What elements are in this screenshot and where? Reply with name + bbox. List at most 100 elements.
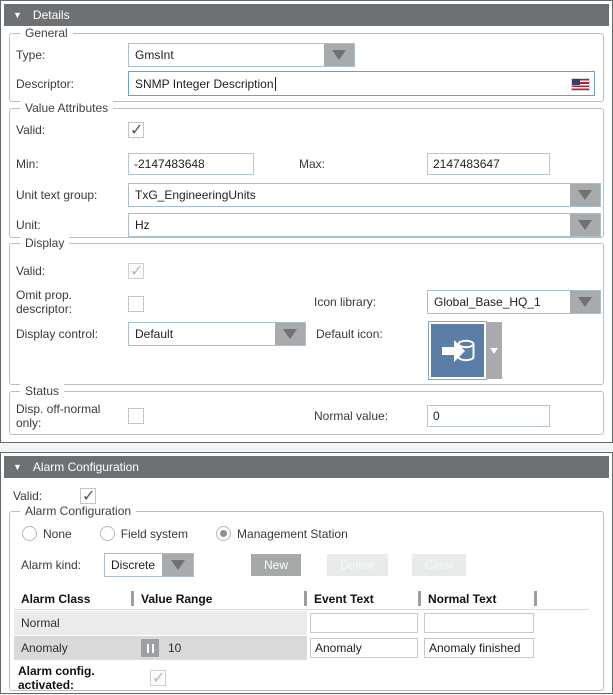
- alarm-class-cell[interactable]: Anomaly: [14, 636, 134, 660]
- arrow-into-database-icon[interactable]: [429, 322, 486, 379]
- alarm-configuration-header[interactable]: ▼ Alarm Configuration: [4, 456, 609, 478]
- radio-field-system-label: Field system: [121, 527, 188, 541]
- event-text-input[interactable]: [310, 613, 418, 633]
- display-group: Display Valid: Omit prop. descriptor: Ic…: [9, 243, 604, 385]
- column-header-value-range[interactable]: Value Range: [134, 588, 307, 609]
- radio-field-system[interactable]: [100, 526, 115, 541]
- column-header-alarm-class[interactable]: Alarm Class: [14, 588, 134, 609]
- alarm-class-cell[interactable]: Normal: [14, 611, 134, 635]
- status-group: Status Disp. off-normal only: Normal val…: [9, 391, 604, 435]
- radio-none-label: None: [43, 527, 72, 541]
- min-input[interactable]: [128, 153, 254, 175]
- chevron-down-icon[interactable]: [570, 214, 600, 236]
- display-valid-label: Valid:: [16, 264, 128, 278]
- general-group: General Type: GmsInt Descriptor: SNMP In…: [9, 33, 604, 102]
- delete-button: Delete: [327, 554, 388, 576]
- type-label: Type:: [16, 48, 128, 62]
- icon-library-label: Icon library:: [314, 295, 427, 309]
- normal-text-cell: [421, 611, 537, 635]
- chevron-down-icon[interactable]: [275, 323, 305, 345]
- display-group-title: Display: [20, 236, 69, 250]
- details-header-title: Details: [33, 8, 70, 22]
- general-group-title: General: [20, 26, 73, 40]
- alarm-table: Alarm Class Value Range Event Text Norma…: [14, 588, 589, 660]
- normal-value-input[interactable]: [427, 405, 550, 427]
- new-button[interactable]: New: [251, 554, 301, 576]
- default-icon-label: Default icon:: [316, 327, 429, 341]
- chevron-down-icon[interactable]: [570, 291, 600, 313]
- display-control-label: Display control:: [16, 327, 128, 341]
- unit-label: Unit:: [16, 218, 128, 232]
- collapse-triangle-icon: ▼: [13, 10, 22, 20]
- valid-checkbox[interactable]: [128, 122, 144, 138]
- alarm-config-activated-label: Alarm config. activated:: [18, 664, 142, 692]
- default-icon-picker[interactable]: [429, 322, 502, 379]
- descriptor-text: SNMP Integer Description: [135, 77, 274, 91]
- extra-cell: [537, 636, 589, 660]
- disp-off-normal-label: Disp. off-normal only:: [16, 402, 128, 430]
- column-header-normal-text[interactable]: Normal Text: [421, 588, 537, 609]
- display-valid-checkbox: [128, 263, 144, 279]
- details-panel: ▼ Details General Type: GmsInt Descripto…: [0, 0, 613, 443]
- event-text-cell: [307, 636, 421, 660]
- alarm-configuration-panel: ▼ Alarm Configuration Valid: Alarm Confi…: [0, 452, 613, 694]
- column-header-event-text[interactable]: Event Text: [307, 588, 421, 609]
- alarm-kind-dropdown[interactable]: Discrete: [104, 553, 194, 577]
- chevron-down-icon[interactable]: [570, 184, 600, 206]
- type-dropdown[interactable]: GmsInt: [128, 43, 355, 67]
- extra-cell: [537, 611, 589, 635]
- unit-dropdown[interactable]: Hz: [128, 213, 601, 237]
- normal-value-label: Normal value:: [314, 409, 427, 423]
- omit-prop-descriptor-label: Omit prop. descriptor:: [16, 288, 128, 316]
- status-group-title: Status: [20, 384, 64, 398]
- alarm-table-header: Alarm Class Value Range Event Text Norma…: [14, 588, 589, 610]
- column-header-extra: [537, 588, 589, 609]
- radio-none[interactable]: [22, 526, 37, 541]
- value-range-cell[interactable]: 10: [134, 636, 307, 660]
- us-flag-icon[interactable]: [572, 79, 589, 90]
- chevron-down-icon[interactable]: [324, 44, 354, 66]
- type-dropdown-value: GmsInt: [129, 44, 324, 66]
- normal-text-input[interactable]: [424, 613, 534, 633]
- alarm-valid-checkbox[interactable]: [80, 488, 96, 504]
- descriptor-label: Descriptor:: [16, 77, 128, 91]
- omit-prop-descriptor-checkbox[interactable]: [128, 296, 144, 312]
- display-control-dropdown[interactable]: Default: [128, 322, 306, 346]
- text-caret: [275, 77, 276, 91]
- disp-off-normal-checkbox[interactable]: [128, 408, 144, 424]
- icon-picker-chevron-icon[interactable]: [486, 322, 502, 379]
- alarm-header-title: Alarm Configuration: [33, 460, 139, 474]
- normal-text-cell: [421, 636, 537, 660]
- radio-management-station[interactable]: [216, 526, 231, 541]
- radio-management-station-label: Management Station: [237, 527, 348, 541]
- details-header[interactable]: ▼ Details: [4, 4, 609, 26]
- unit-text-group-dropdown[interactable]: TxG_EngineeringUnits: [128, 183, 601, 207]
- unit-text-group-label: Unit text group:: [16, 188, 128, 202]
- icon-library-dropdown[interactable]: Global_Base_HQ_1: [427, 290, 601, 314]
- unit-value: Hz: [129, 214, 570, 236]
- alarm-group-title: Alarm Configuration: [20, 504, 136, 518]
- unit-text-group-value: TxG_EngineeringUnits: [129, 184, 570, 206]
- value-range-text: 10: [168, 641, 181, 655]
- value-range-cell[interactable]: [134, 611, 307, 635]
- collapse-triangle-icon: ▼: [13, 462, 22, 472]
- alarm-config-activated-checkbox: [150, 670, 166, 686]
- event-text-cell: [307, 611, 421, 635]
- descriptor-input[interactable]: SNMP Integer Description: [128, 71, 595, 96]
- event-text-input[interactable]: [310, 638, 418, 658]
- table-row-normal[interactable]: Normal: [14, 611, 589, 635]
- value-attributes-group: Value Attributes Valid: Min: Max: Unit t…: [9, 108, 604, 238]
- icon-library-value: Global_Base_HQ_1: [428, 291, 570, 313]
- clear-button: Clear: [412, 554, 467, 576]
- table-row-anomaly[interactable]: Anomaly 10: [14, 636, 589, 660]
- alarm-kind-label: Alarm kind:: [21, 558, 104, 572]
- valid-label: Valid:: [16, 123, 128, 137]
- chevron-down-icon[interactable]: [162, 554, 193, 576]
- value-attributes-group-title: Value Attributes: [20, 101, 113, 115]
- pause-bars-icon[interactable]: [141, 639, 159, 657]
- max-input[interactable]: [427, 153, 550, 175]
- normal-text-input[interactable]: [424, 638, 534, 658]
- min-label: Min:: [16, 157, 128, 171]
- alarm-kind-value: Discrete: [105, 554, 162, 576]
- display-control-value: Default: [129, 323, 275, 345]
